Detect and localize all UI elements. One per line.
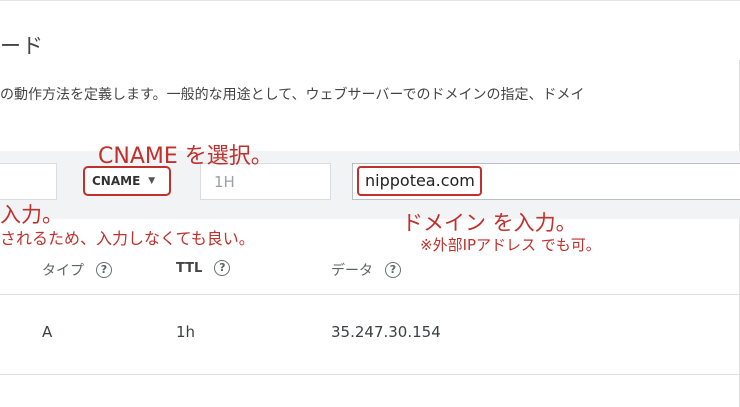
annotation-name-note: されるため、入力しなくても良い。 — [0, 229, 255, 248]
column-header-type-label: タイプ — [42, 263, 84, 279]
help-circle-icon[interactable]: ? — [96, 262, 112, 278]
annotation-select-cname: CNAME を選択。 — [98, 144, 273, 169]
table-cell-type: A — [42, 323, 53, 341]
column-header-data-label: データ — [331, 263, 373, 279]
name-input[interactable] — [0, 163, 57, 200]
annotation-domain-input: ドメイン を入力。 — [402, 211, 577, 235]
column-header-data: データ ? — [331, 260, 401, 280]
data-input-value[interactable]: nippotea.com — [357, 166, 482, 196]
record-type-select[interactable]: CNAME ▼ — [83, 166, 171, 196]
annotation-domain-note: ※外部IPアドレス でも可。 — [420, 236, 601, 254]
record-type-value: CNAME — [92, 174, 141, 188]
top-divider — [0, 0, 740, 1]
table-divider — [0, 374, 740, 375]
table-divider — [0, 294, 740, 295]
table-cell-data: 35.247.30.154 — [331, 323, 441, 341]
column-header-ttl-label: TTL — [176, 260, 203, 276]
column-header-ttl: TTL ? — [176, 260, 231, 276]
help-circle-icon[interactable]: ? — [385, 262, 401, 278]
column-header-type: タイプ ? — [42, 260, 112, 280]
section-heading: ード — [0, 34, 44, 58]
ttl-placeholder: 1H — [214, 173, 235, 191]
dropdown-arrow-icon: ▼ — [148, 176, 156, 186]
help-circle-icon[interactable]: ? — [214, 260, 231, 276]
table-cell-ttl: 1h — [176, 323, 196, 341]
section-description: の動作方法を定義します。一般的な用途として、ウェブサーバーでのドメインの指定、ド… — [0, 87, 585, 103]
